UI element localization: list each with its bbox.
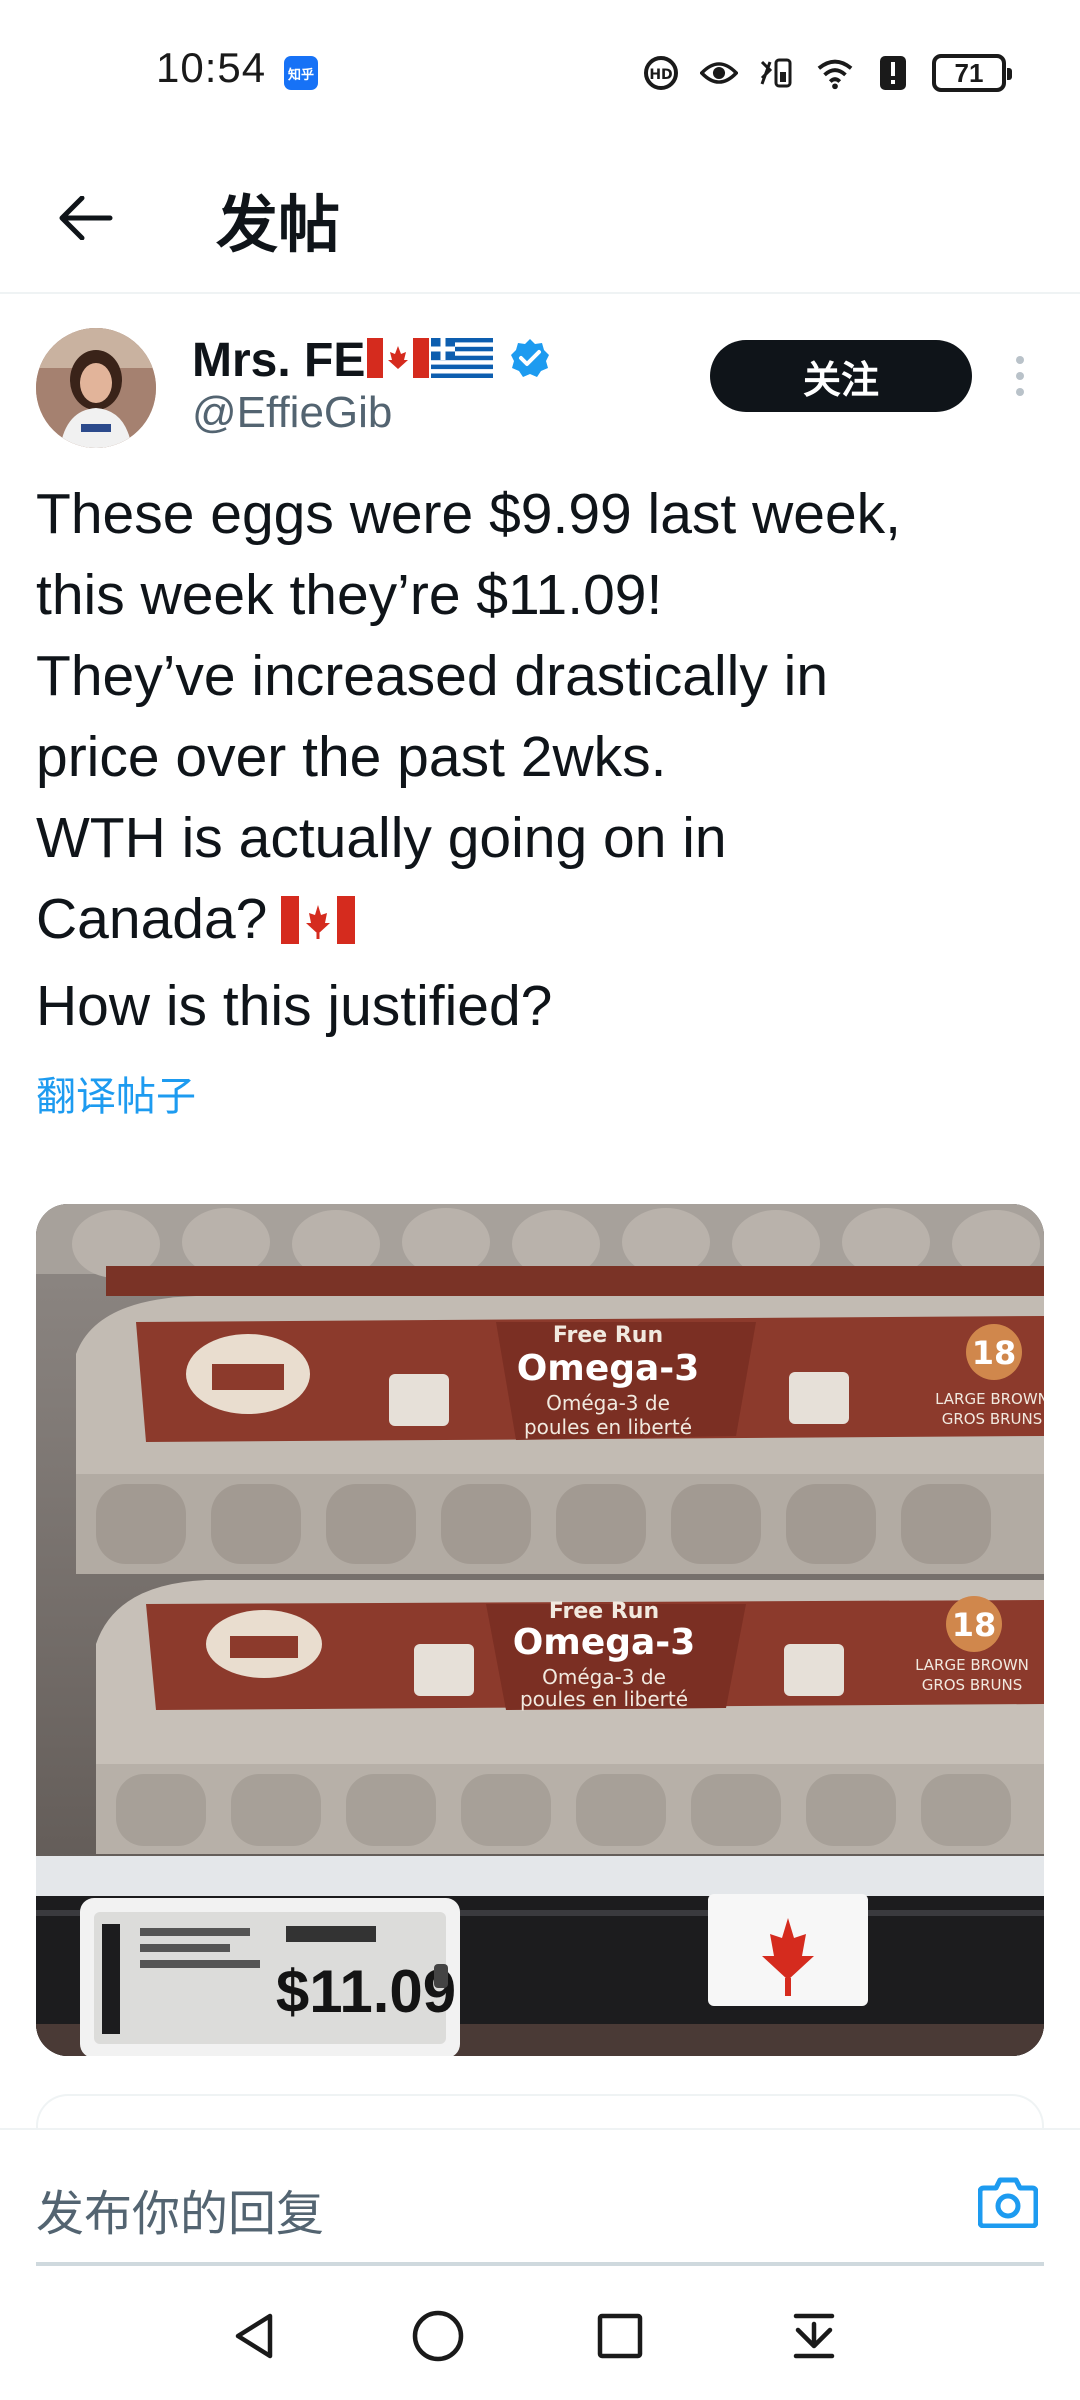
carton-count-text: 18 bbox=[952, 1606, 997, 1644]
status-time: 10:54 bbox=[156, 44, 267, 91]
post-text-line: WTH is actually going on in bbox=[36, 806, 727, 870]
translate-post-link[interactable]: 翻译帖子 bbox=[36, 1064, 196, 1122]
carton-size-text: LARGE BROWN bbox=[915, 1656, 1029, 1674]
canada-flag-icon bbox=[367, 337, 430, 383]
verified-badge-icon bbox=[509, 337, 551, 384]
post-text-line: These eggs were $9.99 last week, bbox=[36, 482, 901, 546]
recents-nav-icon[interactable] bbox=[584, 2300, 656, 2372]
avatar[interactable] bbox=[36, 328, 156, 448]
greece-flag-icon bbox=[431, 337, 494, 383]
top-header: 发帖 bbox=[0, 140, 1080, 294]
carton-label-text: Free Run bbox=[549, 1599, 659, 1624]
carton-size-text: LARGE BROWN bbox=[935, 1390, 1044, 1408]
notification-pull-icon[interactable] bbox=[778, 2300, 850, 2372]
back-nav-icon[interactable] bbox=[218, 2300, 290, 2372]
post-text-line: Canada? bbox=[36, 887, 268, 951]
hd-call-icon: HD bbox=[642, 54, 680, 92]
back-button[interactable] bbox=[46, 178, 126, 258]
post-text-line: this week they’re $11.09! bbox=[36, 563, 663, 627]
arrow-left-icon bbox=[59, 196, 113, 240]
carton-label-text: Oméga-3 de bbox=[546, 1391, 670, 1415]
carton-label-text: Omega-3 bbox=[517, 1348, 700, 1389]
status-bar: 10:54 知乎 HD 71 bbox=[0, 0, 1080, 140]
follow-button[interactable]: 关注 bbox=[710, 340, 972, 412]
post-image[interactable]: 18 Free Run Omega-3 Oméga-3 de poules en… bbox=[36, 1204, 1044, 2056]
alert-icon bbox=[874, 54, 912, 92]
carton-label-text: Free Run bbox=[553, 1323, 663, 1348]
carton-size-text: GROS BRUNS bbox=[942, 1410, 1043, 1428]
carton-label-text: poules en liberté bbox=[524, 1415, 692, 1439]
carton-size-text: GROS BRUNS bbox=[922, 1676, 1023, 1694]
carton-count-text: 18 bbox=[972, 1334, 1017, 1372]
price-tag-text: $11.09 bbox=[276, 1958, 456, 2025]
carton-label-text: poules en liberté bbox=[520, 1687, 688, 1711]
status-icons: HD 71 bbox=[642, 50, 1012, 96]
post-text: These eggs were $9.99 last week, this we… bbox=[36, 474, 1046, 1047]
battery-icon: 71 bbox=[932, 54, 1012, 92]
zhihu-app-icon: 知乎 bbox=[284, 56, 318, 90]
post-text-line: How is this justified? bbox=[36, 974, 553, 1038]
svg-text:HD: HD bbox=[649, 67, 672, 83]
system-nav-bar bbox=[0, 2270, 1080, 2400]
vibrate-icon bbox=[758, 54, 796, 92]
page-title: 发帖 bbox=[216, 188, 341, 261]
carton-label-text: Omega-3 bbox=[513, 1622, 696, 1663]
wifi-icon bbox=[816, 54, 854, 92]
canada-flag-icon bbox=[281, 885, 356, 966]
reply-input[interactable]: 发布你的回复 bbox=[36, 2174, 324, 2244]
author-handle[interactable]: @EffieGib bbox=[192, 388, 392, 438]
reply-bar[interactable]: 发布你的回复 bbox=[0, 2128, 1080, 2276]
author-name[interactable]: Mrs. FE bbox=[192, 333, 365, 388]
carton-label-text: Oméga-3 de bbox=[542, 1665, 666, 1689]
post-text-line: price over the past 2wks. bbox=[36, 725, 667, 789]
author-name-row[interactable]: Mrs. FE bbox=[192, 328, 551, 392]
eye-icon bbox=[700, 54, 738, 92]
reply-input-underline bbox=[36, 2262, 1044, 2266]
post-text-line: They’ve increased drastically in bbox=[36, 644, 829, 708]
more-options-icon[interactable] bbox=[1000, 346, 1040, 406]
camera-icon[interactable] bbox=[976, 2170, 1040, 2234]
home-nav-icon[interactable] bbox=[402, 2300, 474, 2372]
post-text-line-with-flag: Canada? bbox=[36, 879, 1046, 966]
